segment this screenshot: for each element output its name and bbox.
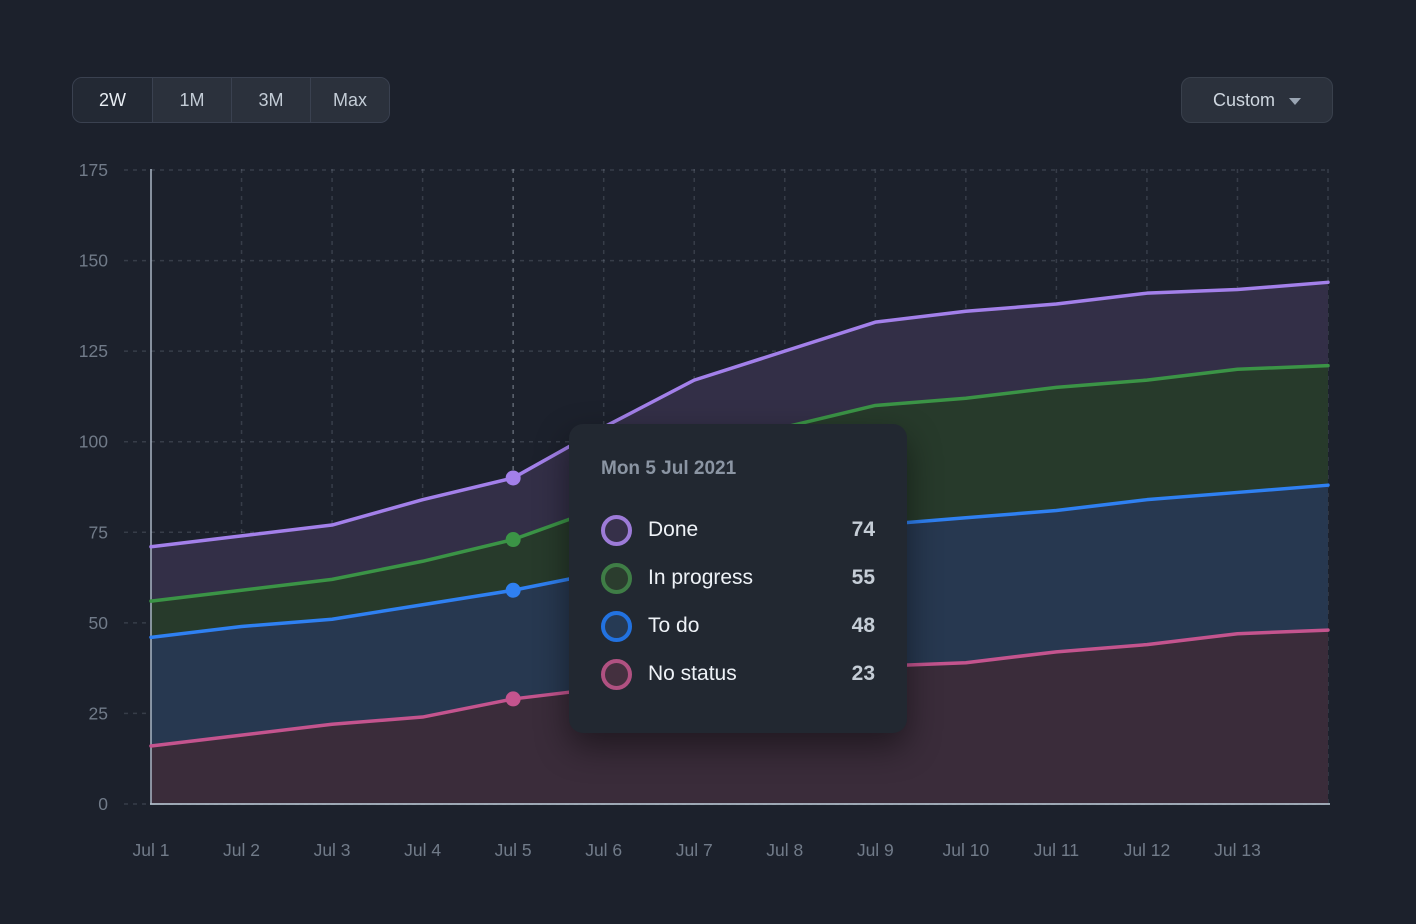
tooltip-date: Mon 5 Jul 2021	[601, 458, 875, 480]
tooltip-row-done: Done 74	[601, 506, 875, 554]
tooltip-row-in-progress: In progress 55	[601, 554, 875, 602]
tooltip-row-label: In progress	[648, 566, 753, 590]
y-axis-tick-label: 0	[98, 794, 108, 814]
tooltip-row-label: No status	[648, 662, 737, 686]
x-axis-tick-label: Jul 2	[223, 840, 260, 860]
done-ring-icon	[601, 515, 632, 546]
tooltip-row-value: 55	[852, 566, 875, 590]
y-axis-tick-label: 100	[79, 432, 108, 452]
x-axis-tick-label: Jul 8	[766, 840, 803, 860]
no-status-ring-icon	[601, 659, 632, 690]
x-axis-tick-label: Jul 1	[133, 840, 170, 860]
x-axis-tick-label: Jul 7	[676, 840, 713, 860]
x-axis-tick-label: Jul 3	[314, 840, 351, 860]
hover-dot-done	[506, 470, 521, 485]
x-axis-tick-label: Jul 6	[585, 840, 622, 860]
hover-dot-to-do	[506, 583, 521, 598]
tooltip-row-value: 74	[852, 518, 875, 542]
y-axis-tick-label: 25	[89, 703, 108, 723]
hover-dot-no-status	[506, 691, 521, 706]
y-axis-tick-label: 50	[89, 613, 109, 633]
x-axis-tick-label: Jul 9	[857, 840, 894, 860]
tooltip-row-no-status: No status 23	[601, 650, 875, 698]
x-axis-tick-label: Jul 11	[1034, 840, 1079, 860]
to-do-ring-icon	[601, 611, 632, 642]
y-axis-tick-label: 175	[79, 160, 108, 180]
y-axis-tick-label: 75	[89, 522, 108, 542]
chart-tooltip: Mon 5 Jul 2021 Done 74 In progress 55 To…	[569, 424, 907, 733]
y-axis-tick-label: 125	[79, 341, 108, 361]
tooltip-row-value: 23	[852, 662, 875, 686]
in-progress-ring-icon	[601, 563, 632, 594]
tooltip-row-label: Done	[648, 518, 698, 542]
insights-page: 2W 1M 3M Max Custom 0255075100125150175J…	[0, 0, 1416, 924]
x-axis-tick-label: Jul 10	[942, 840, 989, 860]
x-axis-tick-label: Jul 4	[404, 840, 441, 860]
y-axis-tick-label: 150	[79, 251, 108, 271]
x-axis-tick-label: Jul 12	[1124, 840, 1171, 860]
hover-dot-in-progress	[506, 532, 521, 547]
x-axis-tick-label: Jul 5	[495, 840, 532, 860]
tooltip-row-label: To do	[648, 614, 699, 638]
x-axis-tick-label: Jul 13	[1214, 840, 1261, 860]
tooltip-row-value: 48	[852, 614, 875, 638]
tooltip-row-to-do: To do 48	[601, 602, 875, 650]
